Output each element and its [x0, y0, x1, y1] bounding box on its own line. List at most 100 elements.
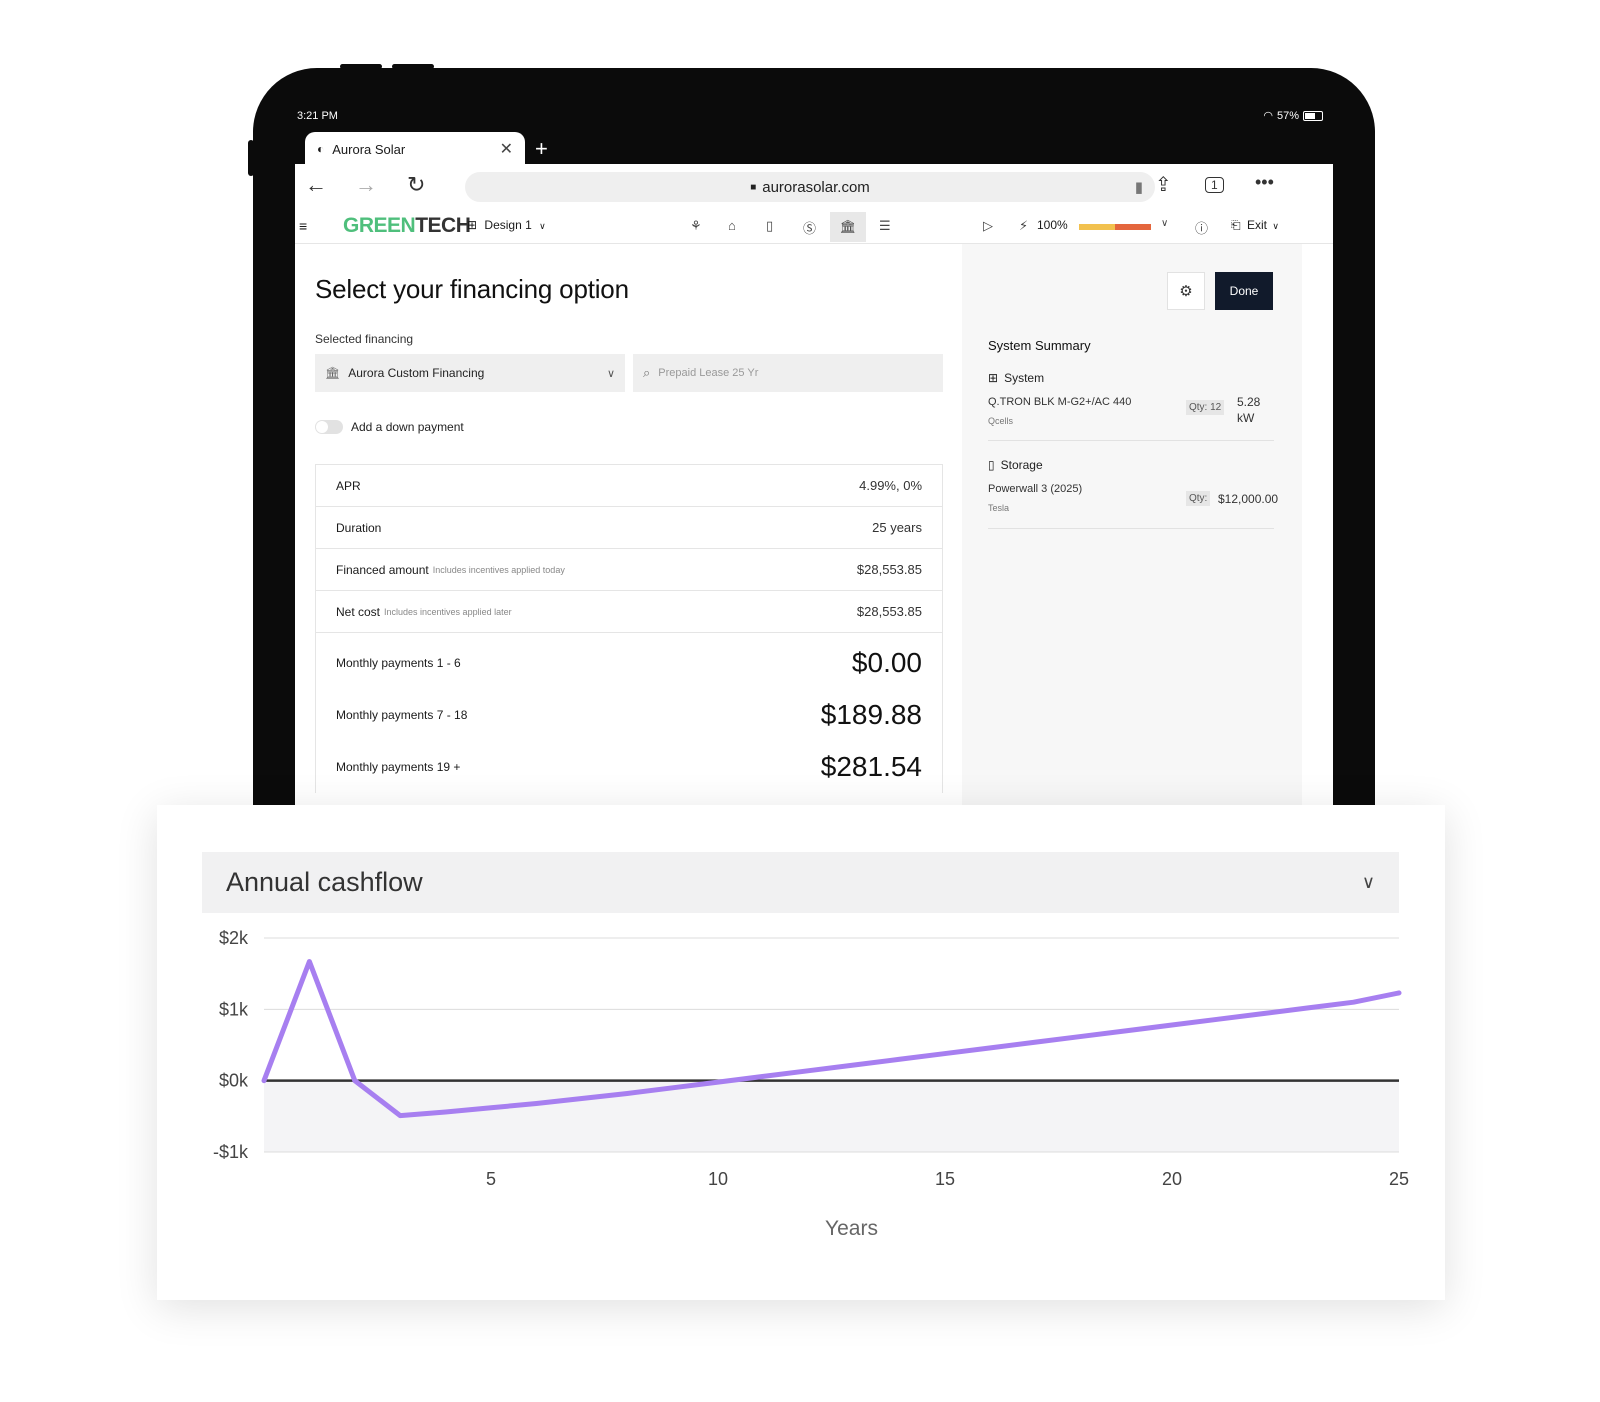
system-summary-panel: ⚙ Done System Summary ⊞ System Q.TRON BLK…: [962, 244, 1302, 808]
settings-button[interactable]: ⚙: [1167, 272, 1205, 310]
tool-home-icon[interactable]: ⌂: [728, 218, 736, 233]
app-content: Select your financing option Selected fi…: [295, 244, 1333, 808]
row-label: Net cost: [336, 604, 381, 619]
close-tab-icon[interactable]: ✕: [500, 139, 513, 159]
design-selector[interactable]: ⊞ Design 1 ∨: [467, 218, 546, 232]
lock-icon: ■: [750, 181, 757, 193]
address-bar[interactable]: ■ aurorasolar.com ▮: [465, 172, 1155, 202]
help-icon[interactable]: ⓘ: [1195, 218, 1208, 237]
status-time: 3:21 PM: [297, 110, 338, 122]
down-payment-toggle[interactable]: [315, 420, 343, 434]
grid-icon: ⊞: [467, 218, 478, 232]
divider: [988, 440, 1274, 441]
chevron-down-icon: ∨: [539, 221, 546, 231]
payment-value: $281.54: [820, 751, 922, 782]
microphone-icon[interactable]: ▮: [1135, 178, 1143, 196]
table-row: Duration 25 years: [316, 507, 942, 549]
browser-tab[interactable]: ◐ Aurora Solar ✕: [305, 132, 525, 166]
browser-tab-strip: ◐ Aurora Solar ✕ +: [295, 126, 1333, 166]
payment-label: Monthly payments 1 - 6: [336, 656, 461, 670]
financing-search-input[interactable]: ⌕ Prepaid Lease 25 Yr: [633, 354, 943, 392]
negative-region: [264, 1080, 1399, 1152]
exit-button[interactable]: ⎗ Exit ∨: [1231, 218, 1279, 233]
payment-label: Monthly payments 7 - 18: [336, 708, 468, 722]
logo-green-part: GREEN: [343, 214, 416, 237]
row-hint: Includes incentives applied later: [384, 606, 512, 617]
status-bar: 3:21 PM ◠ 57%: [295, 104, 1333, 126]
more-options-icon[interactable]: •••: [1255, 172, 1274, 193]
row-value: 25 years: [872, 520, 922, 535]
chevron-down-icon[interactable]: ∨: [1161, 218, 1168, 229]
browser-tab-title: Aurora Solar: [332, 141, 406, 157]
done-button[interactable]: Done: [1215, 272, 1273, 310]
x-tick-label: 15: [935, 1169, 955, 1189]
chevron-down-icon: ∨: [606, 367, 615, 380]
x-tick-label: 25: [1389, 1169, 1409, 1189]
wifi-icon: ◠: [1263, 110, 1273, 122]
tool-document-icon[interactable]: ☰: [879, 218, 891, 234]
reload-icon[interactable]: ↻: [407, 172, 425, 198]
tablet-side-button: [248, 140, 254, 176]
design-label: Design 1: [484, 218, 532, 232]
system-size-unit: kW: [1237, 411, 1255, 425]
row-value: $28,553.85: [856, 604, 922, 619]
system-qty-badge: Qty: 12: [1186, 400, 1225, 415]
storage-section-header: ▯ Storage: [988, 458, 1043, 472]
chevron-down-icon: ∨: [1272, 221, 1279, 231]
financing-panel: Select your financing option Selected fi…: [295, 244, 962, 808]
row-label: Financed amount: [336, 562, 429, 577]
battery-percent: 57%: [1276, 109, 1299, 122]
tool-financing-icon[interactable]: 🏛︎: [830, 212, 866, 242]
browser-toolbar: ← → ↻ ■ aurorasolar.com ▮ ⇪ 1 •••: [295, 164, 1333, 210]
financing-select[interactable]: 🏛︎ Aurora Custom Financing ∨: [315, 354, 625, 392]
tablet-volume-button: [340, 64, 382, 69]
storage-section-label: Storage: [1000, 458, 1043, 472]
zoom-level: 100%: [1037, 218, 1068, 232]
payment-row: Monthly payments 1 - 6 $0.00: [316, 637, 942, 689]
forward-icon[interactable]: →: [355, 172, 377, 198]
table-row: Net cost Includes incentives applied lat…: [316, 591, 942, 633]
exit-label: Exit: [1246, 218, 1267, 232]
performance-bar: [1079, 224, 1151, 230]
search-icon: ⌕: [643, 365, 651, 380]
annual-cashflow-card: Annual cashflow ∨ $2k $1k $0k -$1k 5 10 15 20 25…: [157, 805, 1445, 1300]
row-value: $28,553.85: [856, 562, 922, 577]
table-row: Financed amount Includes incentives appl…: [316, 549, 942, 591]
grid-icon: ⊞: [988, 371, 999, 385]
search-placeholder: Prepaid Lease 25 Yr: [658, 367, 759, 379]
tablet-screen: 3:21 PM ◠ 57% ◐ Aurora Solar ✕ + ← → ↻ ■…: [295, 104, 1333, 808]
menu-icon[interactable]: ≡: [299, 218, 307, 234]
system-size-number: 5.28: [1237, 395, 1261, 409]
row-value: 4.99%, 0%: [859, 478, 922, 493]
payment-value: $0.00: [851, 647, 922, 678]
row-label: Duration: [336, 520, 382, 535]
divider: [988, 528, 1274, 529]
back-icon[interactable]: ←: [305, 172, 327, 198]
bank-icon: 🏛︎: [325, 366, 341, 380]
payment-label: Monthly payments 19 +: [336, 760, 461, 774]
financing-details-table: APR 4.99%, 0% Duration 25 years Financed…: [315, 464, 943, 793]
system-section-header: ⊞ System: [988, 371, 1044, 385]
system-item-name: Q.TRON BLK M-G2+/AC 440: [988, 396, 1132, 408]
new-tab-icon[interactable]: +: [535, 136, 548, 162]
lightning-icon: ⚡︎: [1019, 218, 1029, 233]
tool-design-icon[interactable]: ⚘: [690, 218, 702, 234]
payment-row: Monthly payments 7 - 18 $189.88: [316, 689, 942, 741]
storage-item-maker: Tesla: [988, 503, 1010, 513]
play-icon[interactable]: ▷: [983, 218, 993, 234]
system-item-maker: Qcells: [988, 416, 1014, 426]
system-section-label: System: [1004, 371, 1045, 385]
address-url: aurorasolar.com: [762, 178, 870, 196]
tool-dollar-icon[interactable]: Ⓢ: [803, 218, 816, 237]
app-header: ≡ GREENTECH ⊞ Design 1 ∨ ⚘ ⌂ ▯ Ⓢ 🏛︎ ☰ ▷ …: [295, 210, 1333, 244]
share-icon[interactable]: ⇪: [1155, 172, 1172, 197]
system-size-value: 5.28 kW: [1237, 394, 1260, 426]
tool-battery-icon[interactable]: ▯: [766, 218, 773, 234]
storage-item-name: Powerwall 3 (2025): [988, 483, 1083, 495]
gear-icon: ⚙: [1179, 283, 1193, 300]
tabs-count-icon[interactable]: 1: [1205, 177, 1224, 193]
cashflow-chart: $2k $1k $0k -$1k 5 10 15 20 25 Years: [213, 928, 1409, 1240]
summary-title: System Summary: [988, 338, 1091, 353]
table-row: APR 4.99%, 0%: [316, 465, 942, 507]
storage-value: $12,000.00: [1218, 492, 1279, 506]
